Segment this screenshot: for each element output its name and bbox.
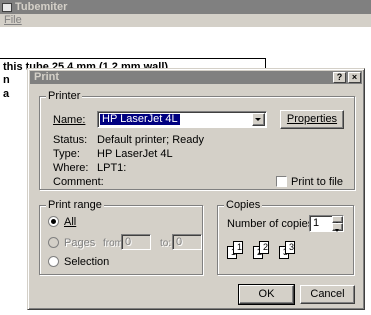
properties-button-label: Properties	[286, 113, 338, 125]
ok-button-label: OK	[258, 288, 275, 300]
printer-group-label: Printer	[46, 90, 83, 102]
to-value: 0	[176, 236, 183, 248]
where-value: LPT1:	[97, 162, 127, 174]
printer-name-select[interactable]: HP LaserJet 4L	[97, 111, 267, 128]
from-input[interactable]: 0	[121, 234, 151, 250]
document-line-2: n	[3, 74, 10, 86]
document-line-3: a	[3, 88, 10, 100]
number-of-copies-label: Number of copies:	[227, 218, 317, 230]
print-range-pages-radio[interactable]	[48, 237, 59, 248]
print-dialog-title-bar[interactable]: Print ? ×	[30, 71, 362, 84]
type-value: HP LaserJet 4L	[97, 148, 173, 160]
print-range-all-label-text: All	[64, 216, 77, 228]
print-range-group-label: Print range	[46, 199, 104, 211]
close-icon: ×	[351, 72, 358, 82]
print-range-all-label[interactable]: All	[64, 216, 76, 228]
collate-page-number: 2	[262, 242, 268, 252]
app-title: Tubemiter	[15, 1, 68, 13]
help-icon: ?	[336, 72, 343, 82]
print-to-file-checkbox[interactable]	[276, 176, 287, 187]
status-value: Default printer; Ready	[97, 134, 204, 146]
print-range-selection-radio[interactable]	[48, 256, 59, 267]
collate-page-number: 1	[236, 242, 242, 252]
printer-name-label: Name:	[53, 114, 85, 126]
collate-page: 1	[233, 241, 243, 254]
collate-page-number: 3	[288, 242, 294, 252]
ok-button[interactable]: OK	[238, 284, 295, 305]
copies-group-label: Copies	[224, 199, 263, 211]
copies-down-button[interactable]	[332, 223, 343, 232]
app-menu-bar: File	[0, 14, 371, 27]
collate-page: 3	[285, 241, 295, 254]
collate-illustration: 1 1 2 2 3 3	[227, 240, 317, 266]
print-range-all-radio[interactable]	[48, 216, 59, 227]
copies-up-button[interactable]	[332, 216, 343, 225]
close-button[interactable]: ×	[348, 72, 361, 83]
to-label: to:	[160, 238, 172, 249]
printer-group: Printer Name: HP LaserJet 4L Properties …	[39, 90, 355, 190]
properties-button[interactable]: Properties	[280, 110, 344, 129]
copies-value: 1	[313, 217, 320, 229]
app-title-bar: Tubemiter	[0, 0, 371, 14]
printer-dropdown-button[interactable]	[252, 113, 265, 126]
from-value: 0	[125, 236, 132, 248]
where-label: Where:	[53, 162, 89, 174]
type-label: Type:	[53, 148, 80, 160]
collate-page: 2	[259, 241, 269, 254]
print-dialog-title: Print	[34, 71, 60, 83]
print-dialog: Print ? × Printer Name: HP LaserJet 4L P…	[27, 68, 365, 310]
print-range-selection-label[interactable]: Selection	[64, 256, 109, 268]
cancel-button[interactable]: Cancel	[300, 285, 355, 304]
menu-file[interactable]: File	[4, 14, 22, 26]
copies-group: Copies Number of copies: 1 1 1 2 2 3 3	[217, 199, 354, 275]
printer-name-value: HP LaserJet 4L	[100, 113, 180, 125]
print-to-file-label[interactable]: Print to file	[291, 176, 343, 188]
status-label: Status:	[53, 134, 88, 146]
print-range-pages-label[interactable]: Pages	[64, 237, 95, 249]
chevron-down-icon	[255, 118, 261, 121]
comment-label: Comment:	[53, 176, 104, 188]
print-range-group: Print range All Pages from: 0 to: 0 Sele…	[39, 199, 203, 275]
cancel-button-label: Cancel	[310, 288, 345, 300]
help-button[interactable]: ?	[333, 72, 346, 83]
to-input[interactable]: 0	[172, 234, 202, 250]
app-window-icon	[2, 2, 12, 12]
printer-name-label-text: Name:	[53, 114, 86, 126]
spin-down-icon	[335, 229, 339, 232]
copies-spinner[interactable]: 1	[309, 215, 344, 232]
